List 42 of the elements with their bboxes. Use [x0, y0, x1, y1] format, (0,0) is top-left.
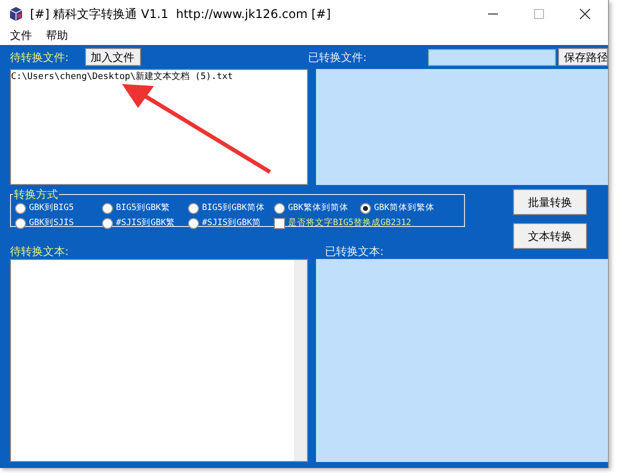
- radio-option[interactable]: GBK简体到繁体: [360, 202, 450, 214]
- radio-option[interactable]: GBK繁体到简体: [274, 202, 360, 214]
- file-item[interactable]: C:\Users\cheng\Desktop\新建文本文档 (5).txt: [11, 70, 307, 83]
- add-file-button[interactable]: 加入文件: [84, 48, 141, 66]
- radio-option[interactable]: #SJIS到GBK繁: [102, 217, 188, 229]
- radio-label: #SJIS到GBK简: [202, 217, 261, 229]
- menu-item[interactable]: 帮助: [46, 28, 68, 45]
- convert-button[interactable]: 文本转换: [513, 223, 587, 249]
- converted-files-label: 已转换文件:: [307, 50, 368, 64]
- group-title: 转换方式: [13, 187, 59, 202]
- radio-option[interactable]: BIG5到GBK简体: [188, 202, 274, 214]
- path-field[interactable]: [428, 48, 556, 66]
- radio-button[interactable]: [188, 202, 199, 214]
- window-title: [#] 精科文字转换通 V1.1 http://www.jk126.com [#]: [30, 6, 332, 22]
- radio-label: BIG5到GBK繁: [116, 202, 170, 214]
- radio-label: BIG5到GBK简体: [202, 202, 265, 214]
- radio-button[interactable]: [15, 202, 26, 214]
- radio-button[interactable]: [15, 218, 26, 228]
- menu-item[interactable]: 文件: [10, 28, 32, 45]
- checkbox[interactable]: [274, 218, 285, 228]
- radio-label: GBK到SJIS: [29, 217, 74, 229]
- radio-option[interactable]: GBK到SJIS: [15, 217, 102, 229]
- radio-label: GBK繁体到简体: [288, 202, 348, 214]
- converted-text-label: 已转换文本:: [324, 244, 384, 258]
- checkbox-label: 是否将文字BIG5替换成GB2312: [288, 217, 412, 229]
- radio-button[interactable]: [102, 202, 113, 214]
- radio-option[interactable]: #SJIS到GBK简: [188, 217, 274, 229]
- convert-button[interactable]: 批量转换: [513, 189, 587, 215]
- source-file-list[interactable]: C:\Users\cheng\Desktop\新建文本文档 (5).txt: [10, 69, 308, 185]
- radio-button[interactable]: [188, 218, 199, 228]
- source-text-label: 待转换文本:: [10, 244, 70, 258]
- radio-label: #SJIS到GBK繁: [116, 217, 175, 229]
- cube-icon: [8, 6, 24, 22]
- radio-button[interactable]: [102, 218, 113, 228]
- scrollbar[interactable]: [294, 260, 307, 461]
- source-files-label: 待转换文件:: [10, 50, 69, 64]
- radio-label: GBK简体到繁体: [374, 202, 434, 214]
- radio-option[interactable]: BIG5到GBK繁: [102, 202, 188, 214]
- radio-button[interactable]: [274, 202, 285, 214]
- radio-button[interactable]: [360, 202, 371, 214]
- radio-label: GBK到BIG5: [29, 202, 74, 214]
- radio-option[interactable]: GBK到BIG5: [15, 202, 102, 214]
